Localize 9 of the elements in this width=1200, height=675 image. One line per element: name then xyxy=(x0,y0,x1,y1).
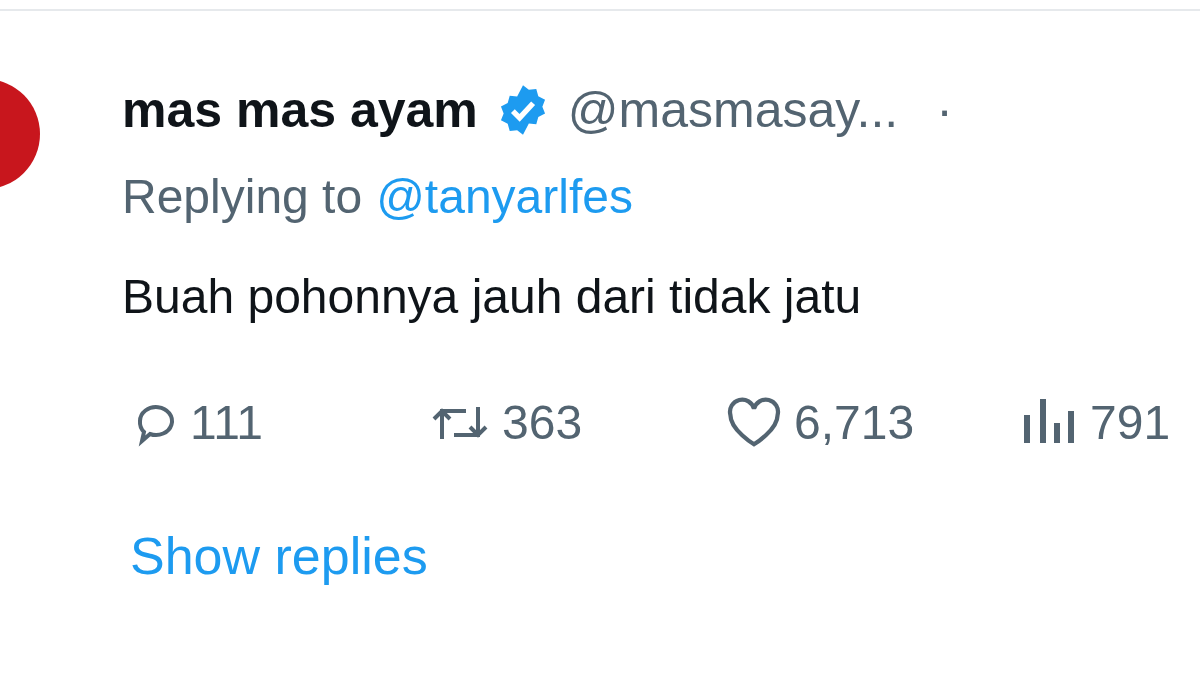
stat-count: 363 xyxy=(502,395,583,450)
display-name[interactable]: mas mas ayam xyxy=(122,75,478,145)
replying-label: Replying to xyxy=(122,169,363,225)
stat-count: 6,713 xyxy=(794,395,915,450)
tweet-text: Buah pohonnya jauh dari tidak jatu xyxy=(122,269,863,325)
separator-dot: · xyxy=(936,81,953,140)
user-handle[interactable]: @masmasay... xyxy=(567,75,899,145)
stat-count: 111 xyxy=(190,395,263,450)
stat-count: 791 xyxy=(1090,395,1171,450)
